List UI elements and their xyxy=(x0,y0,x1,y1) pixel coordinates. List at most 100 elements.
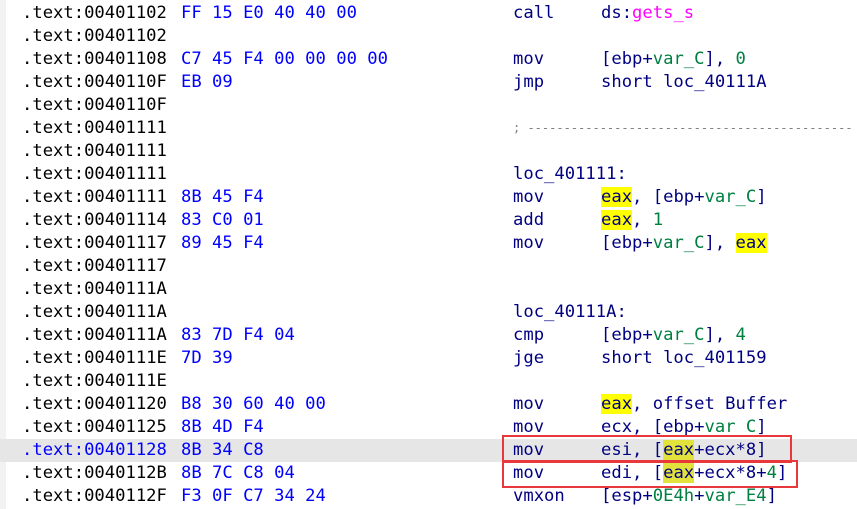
listing-row[interactable]: .text:0040111A xyxy=(0,278,857,301)
immediate-value[interactable]: 0E4h xyxy=(653,486,694,506)
operand-text[interactable]: [ebp+ xyxy=(601,325,653,345)
immediate-value[interactable]: 0 xyxy=(736,49,746,69)
operands: esi, [eax+ecx*8] xyxy=(601,439,767,462)
address: .text:0040111A xyxy=(22,302,167,322)
mnemonic[interactable]: jge xyxy=(513,347,544,370)
operand-text[interactable]: ], xyxy=(705,49,736,69)
listing-row[interactable]: .text:0040111A 83 7D F4 04 cmp [ebp+var_C],… xyxy=(0,324,857,347)
operand-text[interactable]: , xyxy=(632,210,653,230)
operand-text[interactable]: ] xyxy=(756,187,766,207)
highlighted-register[interactable]: eax xyxy=(601,394,633,414)
operand-text[interactable]: ds: xyxy=(601,3,632,23)
operand-text[interactable]: ecx, [ebp+ xyxy=(601,417,704,437)
code-label[interactable]: loc_401111: xyxy=(513,163,627,186)
listing-row[interactable]: .text:00401128 8B 34 C8 mov esi, [eax+ecx*8… xyxy=(0,439,857,462)
opcode-bytes: EB 09 xyxy=(181,72,233,92)
opcode-bytes: 8B 7C C8 04 xyxy=(181,463,295,483)
variable-name[interactable]: var_C xyxy=(653,233,705,253)
address: .text:00401111 xyxy=(22,118,167,138)
mnemonic[interactable]: mov xyxy=(513,393,544,416)
opcode-bytes: 83 C0 01 xyxy=(181,210,264,230)
listing-row[interactable]: .text:00401117 xyxy=(0,255,857,278)
mnemonic[interactable]: mov xyxy=(513,48,544,71)
highlighted-register[interactable]: eax xyxy=(601,210,633,230)
operand-text[interactable]: ] xyxy=(767,486,777,506)
address: .text:00401125 xyxy=(22,417,167,437)
immediate-value[interactable]: 4 xyxy=(736,325,746,345)
opcode-bytes: B8 30 60 40 00 xyxy=(181,394,326,414)
variable-name[interactable]: var_C xyxy=(704,187,756,207)
operand-text[interactable]: , [ebp+ xyxy=(632,187,704,207)
variable-name[interactable]: var_C xyxy=(704,417,756,437)
operands: eax, [ebp+var_C] xyxy=(601,186,767,209)
listing-row[interactable]: .text:0040111E 7D 39 jge short loc_401159 xyxy=(0,347,857,370)
listing-row[interactable]: .text:0040110F EB 09 jmp short loc_40111A xyxy=(0,71,857,94)
mnemonic[interactable]: mov xyxy=(513,416,544,439)
operand-text[interactable]: short loc_401159 xyxy=(601,348,767,368)
opcode-bytes: 8B 4D F4 xyxy=(181,417,264,437)
operand-text[interactable]: [ebp+ xyxy=(601,233,653,253)
immediate-value[interactable]: 4 xyxy=(767,463,777,483)
highlighted-register[interactable]: eax xyxy=(663,440,695,460)
operand-text[interactable]: +ecx*8+ xyxy=(694,463,766,483)
mnemonic[interactable]: mov xyxy=(513,462,544,485)
mnemonic[interactable]: cmp xyxy=(513,324,544,347)
operand-text[interactable]: +ecx*8] xyxy=(694,440,766,460)
listing-row[interactable]: .text:00401111 xyxy=(0,140,857,163)
operands: [esp+0E4h+var_E4] xyxy=(601,485,777,508)
operand-text[interactable]: [ebp+ xyxy=(601,49,653,69)
code-label[interactable]: loc_40111A: xyxy=(513,301,627,324)
mnemonic[interactable]: mov xyxy=(513,186,544,209)
mnemonic[interactable]: add xyxy=(513,209,544,232)
listing-row[interactable]: .text:0040112B 8B 7C C8 04 mov edi, [eax+ec… xyxy=(0,462,857,485)
listing-row[interactable]: .text:0040110F xyxy=(0,94,857,117)
variable-name[interactable]: var_C xyxy=(653,49,705,69)
highlighted-register[interactable]: eax xyxy=(601,187,633,207)
listing-row[interactable]: .text:00401102 xyxy=(0,25,857,48)
listing-row[interactable]: .text:0040112F F3 0F C7 34 24 vmxon [esp+0E… xyxy=(0,485,857,508)
mnemonic[interactable]: vmxon xyxy=(513,485,565,508)
address: .text:0040110F xyxy=(22,95,167,115)
address: .text:00401111 xyxy=(22,164,167,184)
listing-row[interactable]: .text:00401111 ; ------------------------… xyxy=(0,117,857,140)
listing-row[interactable]: .text:00401114 83 C0 01 add eax, 1 xyxy=(0,209,857,232)
listing-row[interactable]: .text:0040111A loc_40111A: xyxy=(0,301,857,324)
function-name[interactable]: gets_s xyxy=(632,3,694,23)
operands: ecx, [ebp+var_C] xyxy=(601,416,767,439)
separator-comment: ; --------------------------------------… xyxy=(513,121,853,135)
operand-text[interactable]: edi, [ xyxy=(601,463,663,483)
operand-text[interactable]: ] xyxy=(756,417,766,437)
listing-row[interactable]: .text:00401117 89 45 F4 mov [ebp+var_C], ea… xyxy=(0,232,857,255)
operand-text[interactable]: ], xyxy=(705,325,736,345)
operand-text[interactable]: , offset Buffer xyxy=(632,394,787,414)
mnemonic[interactable]: call xyxy=(513,2,554,25)
operand-text[interactable]: ] xyxy=(777,463,787,483)
listing-row[interactable]: .text:00401102 FF 15 E0 40 40 00 call ds:ge… xyxy=(0,2,857,25)
operand-text[interactable]: short loc_40111A xyxy=(601,72,767,92)
operand-text[interactable]: [esp+ xyxy=(601,486,653,506)
listing-row[interactable]: .text:00401108 C7 45 F4 00 00 00 00 mov [eb… xyxy=(0,48,857,71)
operand-text[interactable]: + xyxy=(694,486,704,506)
variable-name[interactable]: var_C xyxy=(653,325,705,345)
highlighted-register[interactable]: eax xyxy=(663,463,695,483)
operand-text[interactable]: esi, [ xyxy=(601,440,663,460)
listing-row[interactable]: .text:00401111 loc_401111: xyxy=(0,163,857,186)
address: .text:00401114 xyxy=(22,210,167,230)
opcode-bytes: FF 15 E0 40 40 00 xyxy=(181,3,357,23)
opcode-bytes: 8B 45 F4 xyxy=(181,187,264,207)
highlighted-register[interactable]: eax xyxy=(735,233,767,253)
listing-row[interactable]: .text:0040111E xyxy=(0,370,857,393)
address: .text:00401117 xyxy=(22,233,167,253)
mnemonic[interactable]: jmp xyxy=(513,71,544,94)
listing-row[interactable]: .text:00401111 8B 45 F4 mov eax, [ebp+var_C… xyxy=(0,186,857,209)
address: .text:00401111 xyxy=(22,187,167,207)
variable-name[interactable]: var_E4 xyxy=(705,486,767,506)
mnemonic[interactable]: mov xyxy=(513,439,544,462)
operands: short loc_40111A xyxy=(601,71,767,94)
listing-row[interactable]: .text:00401120 B8 30 60 40 00 mov eax, offs… xyxy=(0,393,857,416)
mnemonic[interactable]: mov xyxy=(513,232,544,255)
operand-text[interactable]: ], xyxy=(705,233,736,253)
immediate-value[interactable]: 1 xyxy=(653,210,663,230)
opcode-bytes: C7 45 F4 00 00 00 00 xyxy=(181,49,388,69)
listing-row[interactable]: .text:00401125 8B 4D F4 mov ecx, [ebp+var_C… xyxy=(0,416,857,439)
